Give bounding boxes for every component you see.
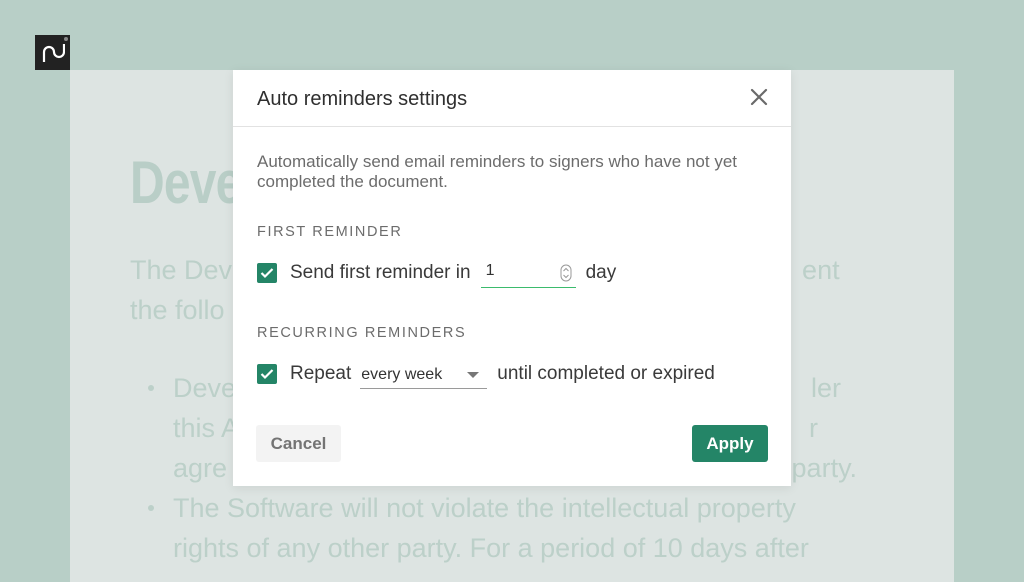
checkmark-icon [260, 369, 274, 380]
logo-icon [42, 43, 65, 62]
repeat-label: Repeat [290, 363, 352, 384]
first-reminder-section-label: FIRST REMINDER [257, 224, 403, 240]
auto-reminders-dialog: Auto reminders settings Automatically se… [233, 70, 791, 486]
first-reminder-row: Send first reminder in 1 day [257, 258, 616, 288]
recurring-reminder-row: Repeat every week until completed or exp… [257, 359, 715, 389]
close-button[interactable] [749, 87, 769, 107]
first-reminder-unit: day [585, 262, 617, 283]
recurring-reminders-section-label: RECURRING REMINDERS [257, 325, 467, 341]
first-reminder-days-input[interactable]: 1 [480, 258, 576, 288]
number-spinner-icon[interactable] [560, 264, 572, 282]
dialog-header: Auto reminders settings [233, 70, 791, 127]
document-bullet: The Software will not violate the intell… [130, 488, 910, 568]
repeat-suffix-label: until completed or expired [497, 363, 715, 384]
registered-mark [64, 37, 68, 41]
first-reminder-checkbox[interactable] [257, 263, 277, 283]
repeat-frequency-select[interactable]: every week [360, 359, 488, 389]
close-icon [750, 88, 768, 106]
dialog-title: Auto reminders settings [257, 88, 468, 110]
recurring-reminder-checkbox[interactable] [257, 364, 277, 384]
cancel-button[interactable]: Cancel [256, 425, 341, 462]
pandadoc-logo [35, 35, 70, 70]
apply-button[interactable]: Apply [692, 425, 768, 462]
chevron-down-icon [467, 372, 480, 378]
dialog-description: Automatically send email reminders to si… [257, 152, 738, 191]
document-title: Deve [130, 149, 242, 216]
checkmark-icon [260, 268, 274, 279]
first-reminder-label: Send first reminder in [290, 262, 471, 283]
